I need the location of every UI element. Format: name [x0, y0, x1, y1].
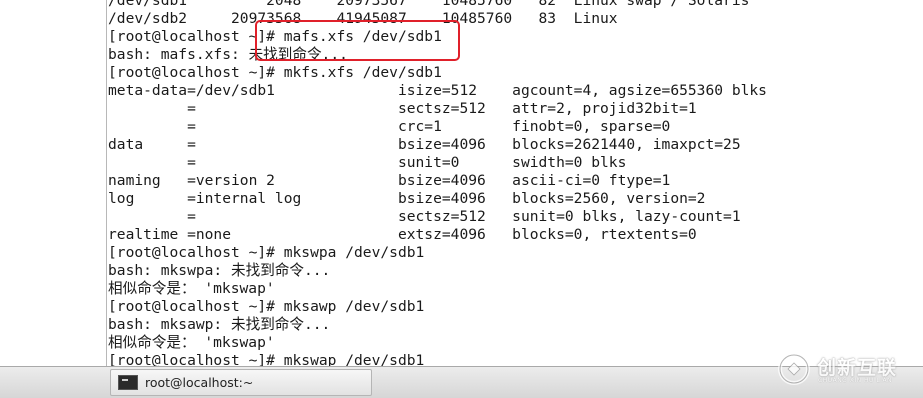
terminal-line: /dev/sdb1 2048 20973567 10485760 82 Linu…: [108, 0, 750, 9]
terminal-line: 相似命令是： 'mkswap': [108, 334, 275, 351]
watermark-subtext: CHUANG XIN HU LIAN: [818, 377, 893, 384]
taskbar-window-button[interactable]: root@localhost:~: [110, 369, 372, 396]
watermark-logo: 创新互联 CHUANG XIN HU LIAN: [777, 350, 917, 390]
terminal-line: bash: mkswpa: 未找到命令...: [108, 262, 331, 279]
terminal-left-border: [106, 0, 107, 366]
terminal-output[interactable]: /dev/sdb1 2048 20973567 10485760 82 Linu…: [108, 0, 923, 366]
terminal-line: log =internal log bsize=4096 blocks=2560…: [108, 190, 706, 207]
logo-icon: [778, 353, 810, 385]
terminal-line: [root@localhost ~]# mkswpa /dev/sdb1: [108, 244, 425, 261]
terminal-line: bash: mksawp: 未找到命令...: [108, 316, 331, 333]
terminal-line: [root@localhost ~]# mksawp /dev/sdb1: [108, 298, 425, 315]
terminal-line: = crc=1 finobt=0, sparse=0: [108, 118, 671, 135]
terminal-line: = sectsz=512 attr=2, projid32bit=1: [108, 100, 697, 117]
terminal-line: = sectsz=512 sunit=0 blks, lazy-count=1: [108, 208, 741, 225]
terminal-line: = sunit=0 swidth=0 blks: [108, 154, 627, 171]
left-margin: [0, 0, 106, 366]
terminal-line: /dev/sdb2 20973568 41945087 10485760 83 …: [108, 10, 618, 27]
taskbar-window-label: root@localhost:~: [145, 375, 254, 390]
terminal-line: realtime =none extsz=4096 blocks=0, rtex…: [108, 226, 697, 243]
terminal-line: data = bsize=4096 blocks=2621440, imaxpc…: [108, 136, 741, 153]
terminal-line: 相似命令是： 'mkswap': [108, 280, 275, 297]
terminal-line: [root@localhost ~]# mafs.xfs /dev/sdb1: [108, 28, 442, 45]
terminal-icon: [118, 375, 138, 390]
terminal-line: bash: mafs.xfs: 未找到命令...: [108, 46, 348, 63]
terminal-line: [root@localhost ~]# mkswap /dev/sdb1: [108, 352, 425, 366]
terminal-line: meta-data=/dev/sdb1 isize=512 agcount=4,…: [108, 82, 767, 99]
watermark-text: 创新互联: [817, 357, 898, 379]
terminal-line: naming =version 2 bsize=4096 ascii-ci=0 …: [108, 172, 671, 189]
terminal-line: [root@localhost ~]# mkfs.xfs /dev/sdb1: [108, 64, 442, 81]
